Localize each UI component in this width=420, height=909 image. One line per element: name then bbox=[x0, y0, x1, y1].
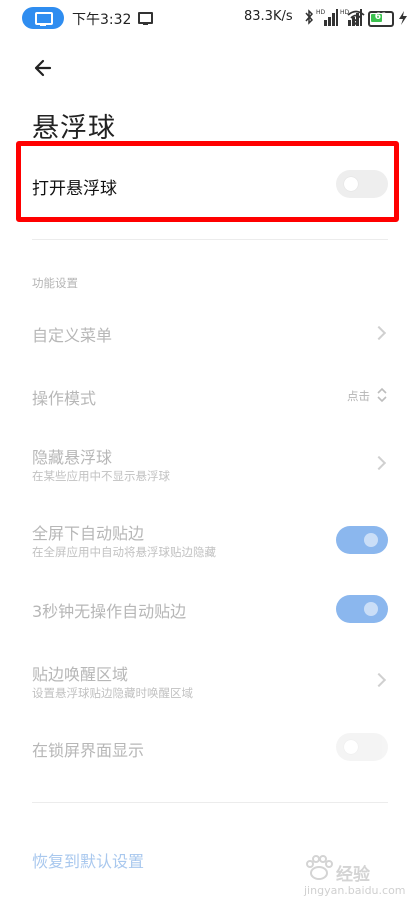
section-title: 功能设置 bbox=[32, 276, 78, 290]
chevron-right-icon bbox=[371, 325, 387, 341]
wifi-icon bbox=[347, 10, 365, 25]
divider bbox=[32, 239, 388, 240]
fullscreen-auto-edge-label: 全屏下自动贴边 bbox=[32, 524, 145, 543]
reset-defaults-link[interactable]: 恢复到默认设置 bbox=[32, 848, 144, 872]
watermark-url: jingyan.baidu.com bbox=[304, 884, 406, 897]
back-button[interactable] bbox=[28, 54, 62, 82]
charging-bolt-icon bbox=[399, 11, 407, 25]
operation-mode-label: 操作模式 bbox=[32, 389, 97, 408]
toggle-knob bbox=[344, 740, 358, 754]
idle-auto-edge-label: 3秒钟无操作自动贴边 bbox=[32, 602, 187, 621]
idle-auto-edge-toggle[interactable] bbox=[336, 595, 388, 623]
hide-floating-ball-label: 隐藏悬浮球 bbox=[32, 448, 113, 467]
row-idle-auto-edge: 3秒钟无操作自动贴边 bbox=[0, 590, 420, 630]
wake-area-desc: 设置悬浮球贴边隐藏时唤醒区域 bbox=[32, 686, 193, 700]
open-floating-ball-toggle[interactable] bbox=[336, 170, 388, 198]
fullscreen-auto-edge-toggle[interactable] bbox=[336, 526, 388, 554]
cast-icon bbox=[138, 12, 153, 25]
bluetooth-icon bbox=[305, 9, 314, 25]
baidu-paw-logo-icon bbox=[306, 855, 333, 880]
signal-hd-1-icon: HD bbox=[316, 9, 338, 26]
operation-mode-value: 点击 bbox=[347, 389, 370, 403]
screen-cast-indicator[interactable] bbox=[22, 7, 64, 29]
row-fullscreen-auto-edge: 全屏下自动贴边 在全屏应用中自动将悬浮球贴边隐藏 bbox=[0, 514, 420, 566]
fullscreen-auto-edge-desc: 在全屏应用中自动将悬浮球贴边隐藏 bbox=[32, 545, 216, 559]
lockscreen-display-label: 在锁屏界面显示 bbox=[32, 741, 145, 760]
row-lockscreen-display: 在锁屏界面显示 bbox=[0, 728, 420, 768]
chevron-up-down-icon bbox=[377, 387, 387, 403]
lockscreen-display-toggle[interactable] bbox=[336, 733, 388, 761]
chevron-right-icon bbox=[371, 455, 387, 471]
arrow-left-icon bbox=[34, 59, 52, 77]
network-speed: 83.3K/s bbox=[244, 9, 293, 24]
custom-menu-label: 自定义菜单 bbox=[32, 326, 113, 345]
chevron-right-icon bbox=[371, 672, 387, 688]
toggle-knob bbox=[364, 602, 378, 616]
divider bbox=[32, 802, 388, 803]
row-wake-area[interactable]: 贴边唤醒区域 设置悬浮球贴边隐藏时唤醒区域 bbox=[0, 655, 420, 707]
baidu-jingyan-watermark: 经验 jingyan.baidu.com bbox=[300, 852, 410, 902]
watermark-text: 经验 bbox=[336, 865, 370, 885]
open-floating-ball-label: 打开悬浮球 bbox=[32, 179, 117, 199]
page-title: 悬浮球 bbox=[32, 113, 116, 144]
svg-text:HD: HD bbox=[316, 9, 326, 16]
row-custom-menu[interactable]: 自定义菜单 bbox=[0, 310, 420, 354]
row-hide-floating-ball[interactable]: 隐藏悬浮球 在某些应用中不显示悬浮球 bbox=[0, 438, 420, 490]
battery-icon: 61 bbox=[368, 11, 394, 27]
toggle-knob bbox=[364, 533, 378, 547]
row-operation-mode[interactable]: 操作模式 点击 bbox=[0, 373, 420, 417]
toggle-knob bbox=[344, 177, 358, 191]
status-time: 下午3:32 bbox=[72, 12, 132, 28]
hide-floating-ball-desc: 在某些应用中不显示悬浮球 bbox=[32, 469, 170, 483]
wake-area-label: 贴边唤醒区域 bbox=[32, 665, 129, 684]
battery-level-text: 61 bbox=[374, 12, 388, 22]
